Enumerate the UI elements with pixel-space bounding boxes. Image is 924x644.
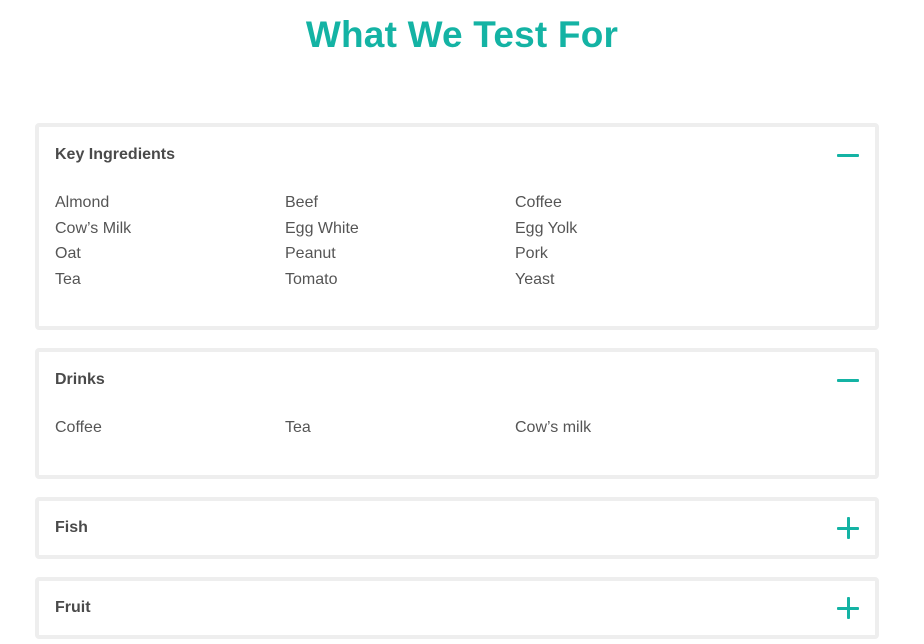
accordion-header-fruit[interactable]: Fruit <box>55 596 859 620</box>
accordion-header-key-ingredients[interactable]: Key Ingredients <box>55 143 859 167</box>
list-item: Pork <box>515 245 548 263</box>
accordion-fish: Fish <box>35 497 879 559</box>
list-item: Egg White <box>285 219 359 237</box>
list-item: Yeast <box>515 270 555 288</box>
list-item: Tea <box>55 270 81 288</box>
plus-icon[interactable] <box>837 517 859 539</box>
list-item: Oat <box>55 245 81 263</box>
list-item: Almond <box>55 194 110 211</box>
accordion-key-ingredients: Key Ingredients Almond Beef Coffee Cow’s… <box>35 123 879 330</box>
list-item: Coffee <box>55 419 102 436</box>
list-item: Tea <box>285 419 311 436</box>
section-title: Fish <box>55 519 88 536</box>
list-item: Peanut <box>285 245 336 263</box>
section-title: Fruit <box>55 599 91 616</box>
page-title: What We Test For <box>305 14 619 55</box>
list-item: Beef <box>285 194 318 211</box>
list-item: Coffee <box>515 194 562 211</box>
section-title: Key Ingredients <box>55 146 176 163</box>
plus-icon[interactable] <box>837 597 859 619</box>
ingredient-list: Almond Beef Coffee Cow’s Milk Egg White … <box>55 193 859 289</box>
list-item: Cow’s Milk <box>55 219 132 237</box>
accordion-header-drinks[interactable]: Drinks <box>55 368 859 392</box>
list-item: Cow’s milk <box>515 419 592 436</box>
minus-icon[interactable] <box>837 369 859 391</box>
minus-icon[interactable] <box>837 144 859 166</box>
accordion-drinks: Drinks Coffee Tea Cow’s milk <box>35 348 879 479</box>
drinks-list: Coffee Tea Cow’s milk <box>55 418 859 438</box>
list-item: Egg Yolk <box>515 219 578 237</box>
accordion-header-fish[interactable]: Fish <box>55 516 859 540</box>
accordion-fruit: Fruit <box>35 577 879 639</box>
list-item: Tomato <box>285 270 338 288</box>
section-title: Drinks <box>55 371 105 388</box>
